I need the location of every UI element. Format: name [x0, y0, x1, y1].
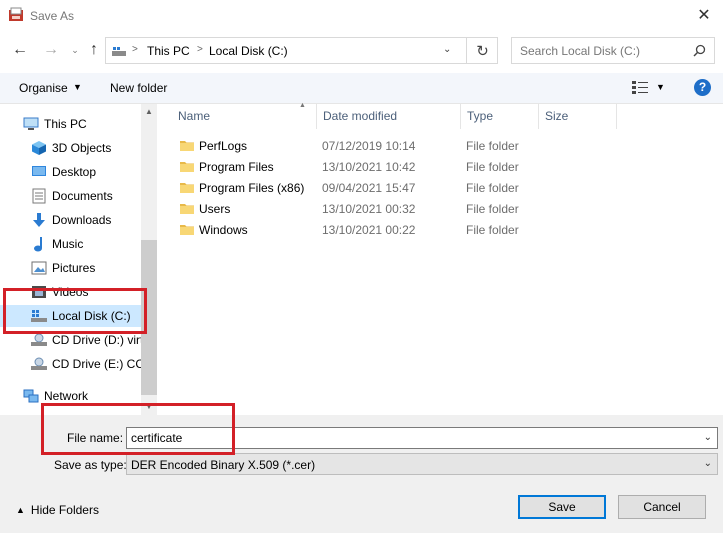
search-input[interactable] [520, 44, 690, 58]
file-date: 13/10/2021 00:22 [322, 223, 416, 237]
drive-small-icon [112, 47, 126, 56]
breadcrumb-separator: > [197, 44, 203, 55]
cube-icon [31, 140, 47, 156]
file-type: File folder [466, 181, 519, 195]
toolbar: Organise ▼ New folder ▼ ? [0, 73, 723, 104]
file-type: File folder [466, 223, 519, 237]
save-as-type-value: DER Encoded Binary X.509 (*.cer) [131, 458, 316, 472]
column-header-size[interactable]: Size [539, 104, 617, 129]
file-row[interactable]: Windows 13/10/2021 00:22 File folder [176, 220, 606, 241]
highlight-file-name [41, 403, 235, 455]
file-type: File folder [466, 202, 519, 216]
file-date: 07/12/2019 10:14 [322, 139, 416, 153]
address-bar[interactable]: > This PC > Local Disk (C:) ⌄ [105, 37, 498, 64]
file-type: File folder [466, 139, 519, 153]
file-name: Program Files [199, 160, 274, 174]
arrow-right-icon[interactable]: → [42, 41, 60, 59]
file-row[interactable]: Users 13/10/2021 00:32 File folder [176, 199, 606, 220]
breadcrumb-local-disk[interactable]: Local Disk (C:) [209, 44, 288, 58]
new-folder-button[interactable]: New folder [110, 81, 167, 95]
cd-drive-icon [31, 356, 47, 372]
caret-down-icon[interactable]: ▼ [73, 82, 82, 92]
refresh-icon[interactable]: ↻ [466, 37, 498, 64]
save-as-type-label: Save as type: [54, 458, 127, 472]
sidebar-item-cd-drive-e-cc[interactable]: CD Drive (E:) CC [31, 353, 144, 375]
highlight-local-disk [3, 288, 147, 334]
sidebar-item-label: Desktop [52, 165, 97, 179]
sort-ascending-icon: ▲ [299, 102, 306, 109]
sidebar-item-label: CD Drive (E:) CC [52, 357, 144, 371]
address-dropdown-icon[interactable]: ⌄ [443, 44, 451, 55]
folder-icon [180, 139, 194, 155]
sidebar-item-label: 3D Objects [52, 141, 112, 155]
arrow-left-icon[interactable]: ← [11, 41, 29, 59]
file-name: Windows [199, 223, 248, 237]
caret-down-icon[interactable]: ▼ [656, 82, 665, 92]
view-options-icon[interactable] [632, 80, 650, 94]
column-header-name[interactable]: Name [172, 104, 317, 129]
sidebar-item-label: Music [52, 237, 84, 251]
organise-button[interactable]: Organise [19, 81, 68, 95]
sidebar-item-3d-objects[interactable]: 3D Objects [31, 137, 111, 159]
cancel-button[interactable]: Cancel [618, 495, 706, 519]
navigation-pane: This PC 3D Objects Desktop Documents Downloa… [0, 104, 157, 415]
sidebar-item-desktop[interactable]: Desktop [31, 161, 96, 183]
save-button[interactable]: Save [518, 495, 606, 519]
chevron-down-icon[interactable]: ⌄ [66, 41, 84, 59]
search-box[interactable] [511, 37, 715, 64]
file-name: PerfLogs [199, 139, 248, 153]
folder-icon [180, 160, 194, 176]
folder-icon [180, 223, 194, 239]
document-icon [31, 188, 47, 204]
sidebar-item-documents[interactable]: Documents [31, 185, 113, 207]
computer-icon [23, 116, 39, 132]
network-icon [23, 388, 39, 404]
close-icon[interactable]: ✕ [693, 5, 715, 27]
download-icon [31, 212, 47, 228]
column-header-type[interactable]: Type [461, 104, 539, 129]
caret-up-icon: ▲ [16, 505, 25, 515]
chevron-down-icon[interactable]: ⌄ [704, 432, 712, 443]
breadcrumb-this-pc[interactable]: This PC [147, 44, 190, 58]
file-date: 09/04/2021 15:47 [322, 181, 416, 195]
file-row[interactable]: Program Files (x86) 09/04/2021 15:47 File … [176, 178, 606, 199]
picture-icon [31, 260, 47, 276]
sidebar-item-this-pc[interactable]: This PC [23, 113, 87, 135]
chevron-down-icon[interactable]: ⌄ [704, 458, 712, 469]
hide-folders-label: Hide Folders [30, 503, 99, 517]
file-name: Users [199, 202, 231, 216]
sidebar-item-label: CD Drive (D:) virt [52, 333, 144, 347]
save-as-app-icon [9, 7, 23, 21]
sidebar-item-label: This PC [44, 117, 87, 131]
scroll-up-icon[interactable]: ▲ [141, 104, 157, 120]
title-bar: Save As ✕ [0, 0, 723, 32]
breadcrumb-separator: > [132, 44, 138, 55]
sidebar-item-label: Pictures [52, 261, 96, 275]
file-row[interactable]: Program Files 13/10/2021 10:42 File folder [176, 157, 606, 178]
music-icon [31, 236, 47, 252]
search-icon[interactable] [693, 44, 706, 57]
file-row[interactable]: PerfLogs 07/12/2019 10:14 File folder [176, 136, 606, 157]
column-header-date[interactable]: Date modified [317, 104, 461, 129]
file-name: Program Files (x86) [199, 181, 305, 195]
help-icon[interactable]: ? [694, 79, 711, 96]
file-type: File folder [466, 160, 519, 174]
file-date: 13/10/2021 00:32 [322, 202, 416, 216]
sidebar-item-downloads[interactable]: Downloads [31, 209, 111, 231]
sidebar-item-label: Documents [52, 189, 113, 203]
sidebar-item-label: Downloads [52, 213, 112, 227]
window-title: Save As [30, 9, 75, 23]
save-as-type-select[interactable]: DER Encoded Binary X.509 (*.cer) ⌄ [126, 453, 718, 475]
sidebar-item-pictures[interactable]: Pictures [31, 257, 95, 279]
arrow-up-icon[interactable]: ↑ [85, 41, 103, 59]
sidebar-item-music[interactable]: Music [31, 233, 83, 255]
sidebar-item-label: Network [44, 389, 89, 403]
folder-icon [180, 181, 194, 197]
hide-folders-toggle[interactable]: ▲ Hide Folders [16, 503, 99, 517]
file-list: Name ▲ Date modified Type Size PerfLogs 0… [157, 102, 723, 415]
folder-icon [180, 202, 194, 218]
cd-drive-icon [31, 332, 47, 348]
file-date: 13/10/2021 10:42 [322, 160, 416, 174]
desktop-icon [31, 164, 47, 180]
